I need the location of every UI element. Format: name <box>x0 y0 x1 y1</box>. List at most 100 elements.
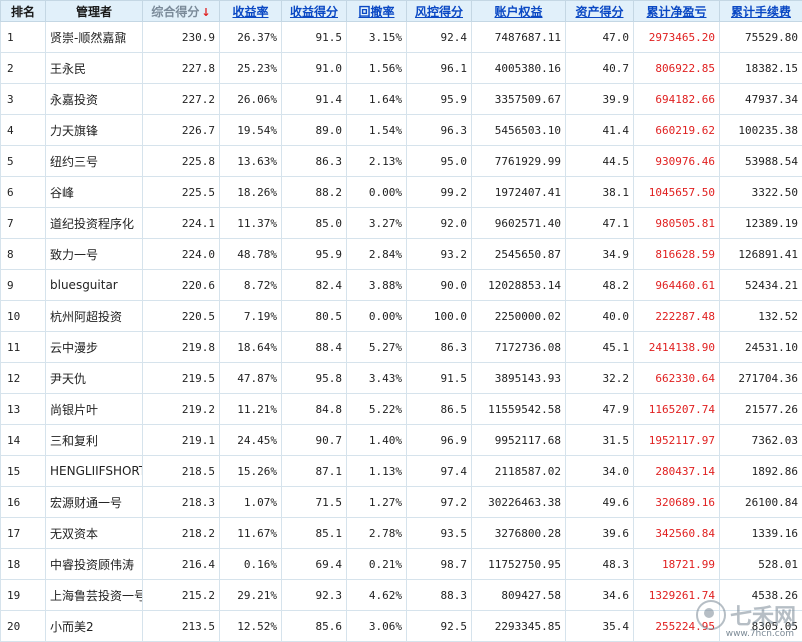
cell-total-score: 227.2 <box>143 84 220 115</box>
cell-total-fees: 7362.03 <box>720 425 802 456</box>
header-return-score[interactable]: 收益得分 <box>282 1 347 22</box>
cell-asset-score: 39.6 <box>566 518 634 549</box>
cell-account-equity: 9602571.40 <box>472 208 566 239</box>
cell-drawdown-rate: 1.40% <box>347 425 407 456</box>
cell-manager-name: 尹天仇 <box>46 363 143 394</box>
cell-account-equity: 3357509.67 <box>472 84 566 115</box>
cell-net-pnl: 342560.84 <box>634 518 720 549</box>
cell-total-fees: 52434.21 <box>720 270 802 301</box>
cell-manager-name: 宏源财通一号 <box>46 487 143 518</box>
table-row: 4力天旗锋226.719.54%89.01.54%96.35456503.104… <box>1 115 802 146</box>
cell-drawdown-rate: 3.27% <box>347 208 407 239</box>
cell-net-pnl: 662330.64 <box>634 363 720 394</box>
cell-return-score: 88.4 <box>282 332 347 363</box>
cell-return-rate: 11.21% <box>220 394 282 425</box>
cell-asset-score: 31.5 <box>566 425 634 456</box>
cell-return-score: 86.3 <box>282 146 347 177</box>
cell-risk-score: 98.7 <box>407 549 472 580</box>
cell-net-pnl: 1952117.97 <box>634 425 720 456</box>
cell-return-rate: 48.78% <box>220 239 282 270</box>
cell-manager-name: 杭州阿超投资 <box>46 301 143 332</box>
cell-return-rate: 26.37% <box>220 22 282 53</box>
cell-total-fees: 528.01 <box>720 549 802 580</box>
header-equity[interactable]: 账户权益 <box>472 1 566 22</box>
cell-asset-score: 32.2 <box>566 363 634 394</box>
cell-total-fees: 75529.80 <box>720 22 802 53</box>
cell-total-fees: 1892.86 <box>720 456 802 487</box>
cell-rank: 9 <box>1 270 46 301</box>
cell-net-pnl: 320689.16 <box>634 487 720 518</box>
cell-return-score: 91.4 <box>282 84 347 115</box>
cell-manager-name: 王永民 <box>46 53 143 84</box>
cell-manager-name: 道纪投资程序化 <box>46 208 143 239</box>
cell-total-score: 219.5 <box>143 363 220 394</box>
cell-drawdown-rate: 1.27% <box>347 487 407 518</box>
cell-net-pnl: 2414138.90 <box>634 332 720 363</box>
cell-asset-score: 44.5 <box>566 146 634 177</box>
cell-manager-name: bluesguitar <box>46 270 143 301</box>
header-score-sort[interactable]: 综合得分↓ <box>143 1 220 22</box>
cell-total-score: 220.6 <box>143 270 220 301</box>
cell-risk-score: 96.3 <box>407 115 472 146</box>
cell-total-score: 218.5 <box>143 456 220 487</box>
cell-total-fees: 132.52 <box>720 301 802 332</box>
table-row: 6谷峰225.518.26%88.20.00%99.21972407.4138.… <box>1 177 802 208</box>
cell-asset-score: 34.0 <box>566 456 634 487</box>
header-asset-score[interactable]: 资产得分 <box>566 1 634 22</box>
cell-total-score: 219.1 <box>143 425 220 456</box>
cell-rank: 10 <box>1 301 46 332</box>
cell-return-score: 84.8 <box>282 394 347 425</box>
watermark-url: www.7hcn.com <box>726 629 794 639</box>
cell-total-fees: 3322.50 <box>720 177 802 208</box>
cell-rank: 4 <box>1 115 46 146</box>
header-row: 排名 管理者 综合得分↓ 收益率 收益得分 回撤率 风控得分 账户权益 资产得分… <box>1 1 802 22</box>
sort-down-icon: ↓ <box>201 6 210 19</box>
cell-net-pnl: 18721.99 <box>634 549 720 580</box>
cell-risk-score: 99.2 <box>407 177 472 208</box>
table-row: 17无双资本218.211.67%85.12.78%93.53276800.28… <box>1 518 802 549</box>
cell-asset-score: 47.9 <box>566 394 634 425</box>
cell-asset-score: 39.9 <box>566 84 634 115</box>
cell-rank: 8 <box>1 239 46 270</box>
cell-account-equity: 2250000.02 <box>472 301 566 332</box>
cell-risk-score: 86.3 <box>407 332 472 363</box>
cell-risk-score: 95.9 <box>407 84 472 115</box>
cell-drawdown-rate: 3.15% <box>347 22 407 53</box>
header-return-rate[interactable]: 收益率 <box>220 1 282 22</box>
table-row: 5纽约三号225.813.63%86.32.13%95.07761929.994… <box>1 146 802 177</box>
cell-return-score: 91.5 <box>282 22 347 53</box>
cell-rank: 14 <box>1 425 46 456</box>
header-net-pnl[interactable]: 累计净盈亏 <box>634 1 720 22</box>
cell-manager-name: 尚银片叶 <box>46 394 143 425</box>
table-row: 9bluesguitar220.68.72%82.43.88%90.012028… <box>1 270 802 301</box>
cell-asset-score: 34.6 <box>566 580 634 611</box>
cell-rank: 17 <box>1 518 46 549</box>
watermark-text: 七禾网 <box>730 599 796 631</box>
cell-drawdown-rate: 2.13% <box>347 146 407 177</box>
cell-total-fees: 1339.16 <box>720 518 802 549</box>
cell-account-equity: 12028853.14 <box>472 270 566 301</box>
cell-net-pnl: 280437.14 <box>634 456 720 487</box>
cell-risk-score: 91.5 <box>407 363 472 394</box>
cell-risk-score: 96.9 <box>407 425 472 456</box>
header-risk-score[interactable]: 风控得分 <box>407 1 472 22</box>
cell-return-rate: 11.37% <box>220 208 282 239</box>
table-row: 7道纪投资程序化224.111.37%85.03.27%92.09602571.… <box>1 208 802 239</box>
header-drawdown[interactable]: 回撤率 <box>347 1 407 22</box>
cell-return-rate: 19.54% <box>220 115 282 146</box>
cell-drawdown-rate: 0.00% <box>347 177 407 208</box>
cell-return-rate: 29.21% <box>220 580 282 611</box>
cell-total-fees: 12389.19 <box>720 208 802 239</box>
header-fees[interactable]: 累计手续费 <box>720 1 802 22</box>
cell-manager-name: 纽约三号 <box>46 146 143 177</box>
cell-asset-score: 48.2 <box>566 270 634 301</box>
cell-total-score: 225.8 <box>143 146 220 177</box>
table-row: 12尹天仇219.547.87%95.83.43%91.53895143.933… <box>1 363 802 394</box>
cell-net-pnl: 1045657.50 <box>634 177 720 208</box>
cell-asset-score: 45.1 <box>566 332 634 363</box>
cell-asset-score: 38.1 <box>566 177 634 208</box>
table-row: 13尚银片叶219.211.21%84.85.22%86.511559542.5… <box>1 394 802 425</box>
cell-drawdown-rate: 5.27% <box>347 332 407 363</box>
cell-return-score: 71.5 <box>282 487 347 518</box>
cell-return-score: 95.9 <box>282 239 347 270</box>
